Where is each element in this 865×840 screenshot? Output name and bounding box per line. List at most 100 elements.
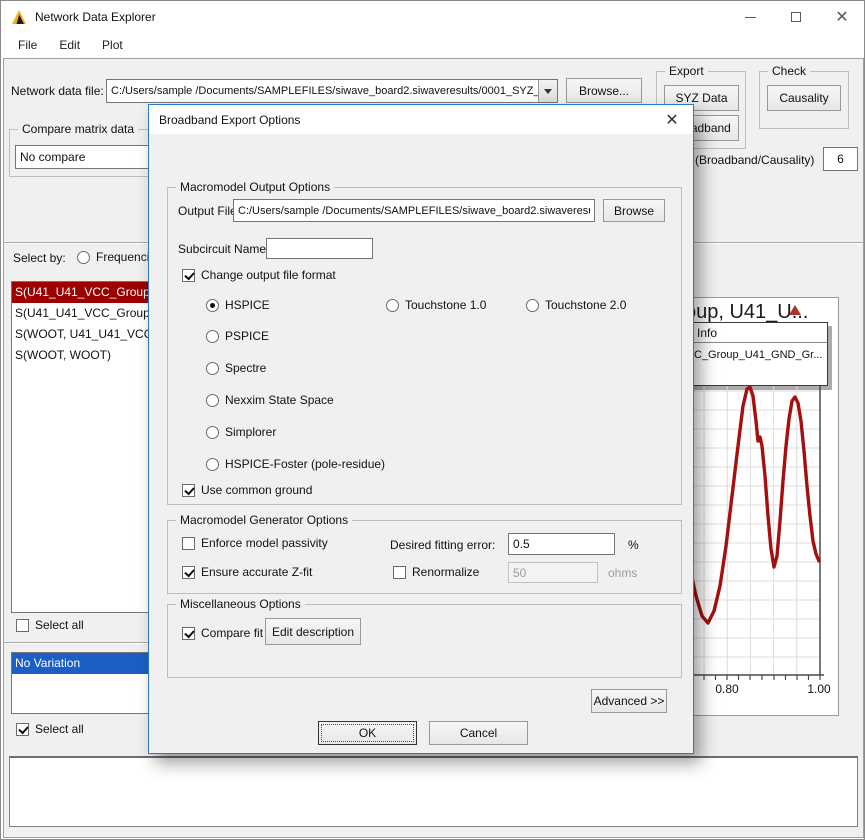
title-bar: Network Data Explorer ✕ <box>1 1 864 33</box>
checkbox-icon <box>182 537 195 550</box>
select-by-label: Select by: <box>13 251 66 265</box>
browse-network-file-button[interactable]: Browse... <box>566 78 642 103</box>
radio-label: Simplorer <box>225 425 276 439</box>
radio-icon <box>386 299 399 312</box>
checkbox-icon <box>182 269 195 282</box>
close-icon: ✕ <box>835 7 848 27</box>
combo-dropdown-button[interactable] <box>538 80 557 102</box>
info-header: Info <box>691 323 827 343</box>
radio-icon <box>206 330 219 343</box>
fitting-error-label: Desired fitting error: <box>390 538 495 552</box>
minimize-icon <box>745 17 756 18</box>
cores-input[interactable] <box>823 147 858 171</box>
dialog-title: Broadband Export Options <box>159 113 300 127</box>
cancel-button[interactable]: Cancel <box>429 721 528 745</box>
radio-icon <box>77 251 90 264</box>
menu-bar: File Edit Plot <box>1 33 864 57</box>
network-file-combo[interactable]: C:/Users/sample /Documents/SAMPLEFILES/s… <box>106 79 558 103</box>
message-log-area <box>9 756 858 827</box>
advanced-button[interactable]: Advanced >> <box>591 689 667 713</box>
renormalize-checkbox[interactable]: Renormalize <box>393 565 479 579</box>
check-causality-button[interactable]: Causality <box>767 85 841 111</box>
maximize-icon <box>791 12 801 22</box>
subcircuit-name-input[interactable] <box>266 238 373 259</box>
format-radio-nexxim[interactable]: Nexxim State Space <box>206 393 334 407</box>
maximize-button[interactable] <box>775 1 817 33</box>
ensure-zfit-label: Ensure accurate Z-fit <box>201 565 312 579</box>
radio-icon <box>526 299 539 312</box>
miscellaneous-options-group: Miscellaneous Options Compare fit Edit d… <box>167 604 682 678</box>
group-label: Miscellaneous Options <box>176 597 305 611</box>
select-all-bottom-checkbox[interactable]: Select all <box>16 722 84 736</box>
renormalize-label: Renormalize <box>412 565 479 579</box>
group-label: Macromodel Output Options <box>176 180 334 194</box>
radio-icon <box>206 426 219 439</box>
radio-label: PSPICE <box>225 329 269 343</box>
close-icon: ✕ <box>665 110 678 130</box>
group-label: Macromodel Generator Options <box>176 513 352 527</box>
network-data-explorer-window: Network Data Explorer ✕ File Edit Plot N… <box>0 0 865 840</box>
use-common-ground-checkbox[interactable]: Use common ground <box>182 483 312 497</box>
plot-canvas <box>692 386 840 684</box>
enforce-passivity-label: Enforce model passivity <box>201 536 328 550</box>
ensure-zfit-checkbox[interactable]: Ensure accurate Z-fit <box>182 565 312 579</box>
change-output-format-label: Change output file format <box>201 268 336 282</box>
minimize-button[interactable] <box>729 1 771 33</box>
fitting-error-input[interactable] <box>508 533 615 555</box>
info-trace-name: C_Group_U41_GND_Gr... <box>691 343 827 367</box>
x-tick-label: 1.00 <box>791 682 847 696</box>
use-common-ground-label: Use common ground <box>201 483 312 497</box>
plot-title: oup, U41_U... <box>685 301 835 324</box>
format-radio-hspice[interactable]: HSPICE <box>206 298 270 312</box>
checkbox-icon <box>182 627 195 640</box>
radio-icon <box>206 394 219 407</box>
macromodel-output-options-group: Macromodel Output Options Output File: B… <box>167 187 682 505</box>
format-radio-simplorer[interactable]: Simplorer <box>206 425 276 439</box>
cores-label: (Broadband/Causality) <box>695 153 814 167</box>
renormalize-input <box>508 562 598 583</box>
app-logo-icon <box>11 9 27 25</box>
format-radio-hspice-foster[interactable]: HSPICE-Foster (pole-residue) <box>206 457 385 471</box>
radio-icon <box>206 458 219 471</box>
menu-file[interactable]: File <box>9 35 46 55</box>
chevron-down-icon <box>544 89 552 94</box>
menu-edit[interactable]: Edit <box>50 35 89 55</box>
broadband-export-options-dialog: Broadband Export Options ✕ Macromodel Ou… <box>148 104 694 754</box>
radio-label: Spectre <box>225 361 266 375</box>
check-group-label: Check <box>768 64 810 78</box>
export-group-label: Export <box>665 64 708 78</box>
network-file-label: Network data file: <box>11 84 104 98</box>
warning-triangle-icon <box>789 305 801 315</box>
checkbox-icon <box>16 723 29 736</box>
radio-icon <box>206 362 219 375</box>
radio-icon <box>206 299 219 312</box>
checkbox-icon <box>16 619 29 632</box>
radio-label: Touchstone 1.0 <box>405 298 486 312</box>
plot-info-tooltip: Info C_Group_U41_GND_Gr... <box>690 322 828 386</box>
format-radio-touchstone20[interactable]: Touchstone 2.0 <box>526 298 626 312</box>
checkbox-icon <box>182 484 195 497</box>
edit-description-button[interactable]: Edit description <box>265 618 361 645</box>
renormalize-unit: ohms <box>608 566 637 580</box>
ok-button[interactable]: OK <box>318 721 417 745</box>
change-output-format-checkbox[interactable]: Change output file format <box>182 268 336 282</box>
format-radio-touchstone10[interactable]: Touchstone 1.0 <box>386 298 486 312</box>
enforce-passivity-checkbox[interactable]: Enforce model passivity <box>182 536 328 550</box>
format-radio-pspice[interactable]: PSPICE <box>206 329 269 343</box>
output-file-input[interactable] <box>233 199 595 222</box>
fitting-error-unit: % <box>628 538 639 552</box>
radio-label: Touchstone 2.0 <box>545 298 626 312</box>
window-title: Network Data Explorer <box>35 10 156 24</box>
dialog-close-button[interactable]: ✕ <box>659 108 685 132</box>
close-button[interactable]: ✕ <box>821 1 863 33</box>
compare-fit-checkbox[interactable]: Compare fit <box>182 626 263 640</box>
radio-label: Nexxim State Space <box>225 393 334 407</box>
select-all-top-checkbox[interactable]: Select all <box>16 618 84 632</box>
menu-plot[interactable]: Plot <box>93 35 132 55</box>
output-file-label: Output File: <box>178 204 240 218</box>
network-file-value: C:/Users/sample /Documents/SAMPLEFILES/s… <box>107 80 538 102</box>
format-radio-spectre[interactable]: Spectre <box>206 361 266 375</box>
browse-output-file-button[interactable]: Browse <box>603 199 665 222</box>
checkbox-icon <box>182 566 195 579</box>
macromodel-generator-options-group: Macromodel Generator Options Enforce mod… <box>167 520 682 594</box>
